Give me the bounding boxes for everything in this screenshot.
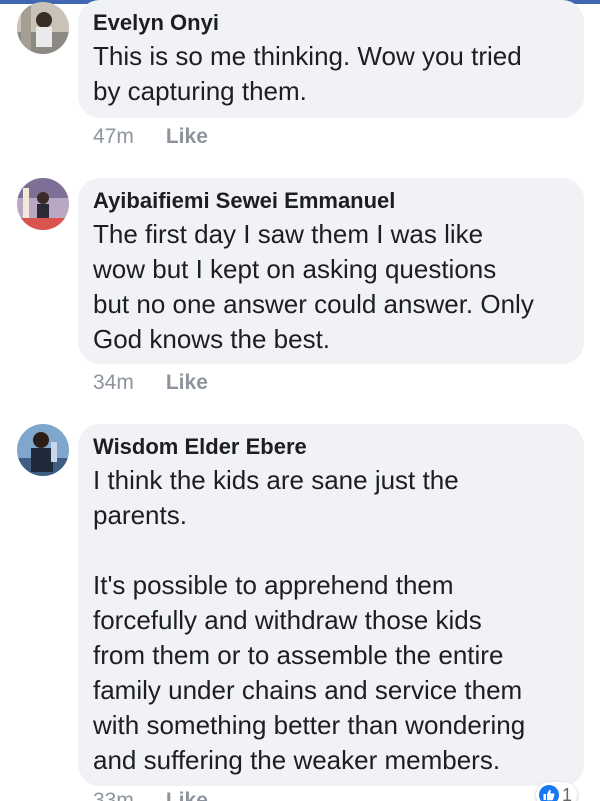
comment-bubble: Ayibaifiemi Sewei Emmanuel The first day… (78, 178, 584, 364)
comment-author[interactable]: Evelyn Onyi (93, 9, 568, 37)
comment-thread: Evelyn Onyi This is so me thinking. Wow … (0, 0, 600, 801)
comment-text: I think the kids are sane just the paren… (93, 465, 526, 775)
like-button[interactable]: Like (166, 789, 208, 801)
avatar[interactable] (17, 2, 69, 54)
comment-text: The first day I saw them I was like wow … (93, 219, 534, 354)
avatar[interactable] (17, 178, 69, 230)
reaction-count: 1 (562, 784, 573, 801)
comment-timestamp[interactable]: 47m (93, 125, 134, 148)
comment-timestamp[interactable]: 33m (93, 789, 134, 801)
comment-bubble: Evelyn Onyi This is so me thinking. Wow … (78, 0, 584, 118)
comment-author[interactable]: Wisdom Elder Ebere (93, 433, 568, 461)
comment-meta: 47m Like (93, 125, 208, 149)
comment-text: This is so me thinking. Wow you tried by… (93, 41, 522, 106)
like-button[interactable]: Like (166, 125, 208, 148)
reaction-summary[interactable]: 1 (536, 782, 578, 801)
comment-meta: 34m Like (93, 371, 208, 395)
comment-timestamp[interactable]: 34m (93, 371, 134, 394)
thumbs-up-icon (539, 785, 559, 801)
comment-author[interactable]: Ayibaifiemi Sewei Emmanuel (93, 187, 568, 215)
comment-meta: 33m Like (93, 789, 208, 801)
comment-bubble: Wisdom Elder Ebere I think the kids are … (78, 424, 584, 786)
avatar[interactable] (17, 424, 69, 476)
like-button[interactable]: Like (166, 371, 208, 394)
